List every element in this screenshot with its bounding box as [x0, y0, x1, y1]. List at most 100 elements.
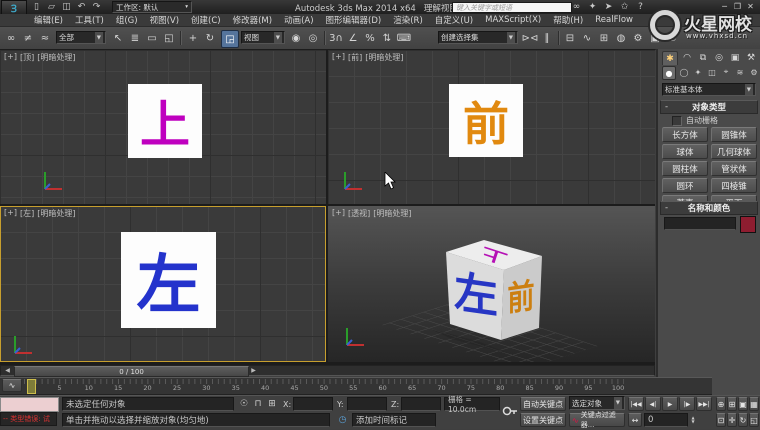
viewport-menu-pos[interactable]: [+]	[4, 52, 17, 63]
selection-set-dropdown[interactable]: 选定对象▼	[569, 396, 625, 410]
keyboard-override-icon[interactable]: ⌨	[396, 30, 412, 46]
viewport-menu-shading[interactable]: [明暗处理]	[373, 208, 411, 219]
cylinder-button[interactable]: 圆柱体	[662, 161, 708, 176]
undo-icon[interactable]: ↶	[75, 1, 88, 13]
angle-snap-icon[interactable]: ∠	[345, 30, 361, 46]
helpers-icon[interactable]: ⌖	[720, 66, 732, 78]
communication-center-icon[interactable]: ➤	[602, 1, 615, 13]
menu-rendering[interactable]: 渲染(R)	[387, 14, 429, 26]
tab-create-icon[interactable]: ✱	[662, 51, 678, 65]
restore-button[interactable]: ❐	[731, 1, 744, 12]
current-frame-field[interactable]: 0	[644, 413, 688, 427]
pyramid-button[interactable]: 四棱锥	[711, 178, 757, 193]
geosphere-button[interactable]: 几何球体	[711, 144, 757, 159]
menu-graph-editors[interactable]: 图形编辑器(D)	[320, 14, 388, 26]
render-production-icon[interactable]: ♨	[664, 30, 680, 46]
save-file-icon[interactable]: ◫	[60, 1, 73, 13]
menu-customize[interactable]: 自定义(U)	[429, 14, 479, 26]
redo-icon[interactable]: ↷	[90, 1, 103, 13]
reference-coordinate-dropdown[interactable]: 视图▼	[241, 31, 285, 44]
mirror-icon[interactable]: ⊳⊲	[522, 30, 538, 46]
absolute-offset-mode-icon[interactable]: ⊞	[266, 397, 278, 411]
geometry-icon[interactable]: ●	[662, 66, 676, 80]
minimize-button[interactable]: ─	[718, 1, 731, 12]
menu-create[interactable]: 创建(C)	[185, 14, 227, 26]
menu-edit[interactable]: 编辑(E)	[28, 14, 69, 26]
rectangular-selection-icon[interactable]: ▭	[144, 30, 160, 46]
unlink-selection-icon[interactable]: ≠	[20, 30, 36, 46]
set-keys-icon[interactable]	[502, 401, 518, 421]
maxscript-mini-listener[interactable]	[0, 397, 59, 412]
material-editor-icon[interactable]: ◍	[613, 30, 629, 46]
select-and-move-icon[interactable]: +	[185, 30, 201, 46]
viewport-menu-shading[interactable]: [明暗处理]	[365, 52, 403, 63]
close-button[interactable]: ✕	[744, 1, 757, 12]
favorites-icon[interactable]: ✩	[618, 1, 631, 13]
go-to-end-button[interactable]: ▶▶|	[696, 397, 712, 411]
menu-group[interactable]: 组(G)	[110, 14, 144, 26]
maximize-viewport-icon[interactable]: ◱	[749, 413, 759, 427]
selection-filter-dropdown[interactable]: 全部▼	[56, 31, 106, 44]
time-slider[interactable]: ◀ 0 / 100 ▶	[0, 365, 655, 376]
tab-utilities-icon[interactable]: ⚒	[744, 51, 758, 64]
snap-toggle-3d-icon[interactable]: 3∩	[328, 30, 344, 46]
lights-icon[interactable]: ✦	[692, 66, 704, 78]
rollout-object-type[interactable]: - 对象类型	[660, 100, 758, 114]
menu-modifiers[interactable]: 修改器(M)	[227, 14, 278, 26]
zoom-extents-all-icon[interactable]: ▦	[749, 397, 759, 411]
trackbar-caret[interactable]	[27, 379, 36, 394]
zoom-all-icon[interactable]: ⊞	[727, 397, 737, 411]
next-frame-button[interactable]: |▶	[679, 397, 695, 411]
viewport-front[interactable]: [+] [前] [明暗处理] 前	[328, 50, 655, 204]
space-warps-icon[interactable]: ≋	[734, 66, 746, 78]
viewport-menu-view[interactable]: [顶]	[20, 52, 34, 63]
open-file-icon[interactable]: ▱	[45, 1, 58, 13]
y-coordinate-field[interactable]	[347, 397, 387, 411]
add-time-tag-field[interactable]: 添加时间标记	[352, 413, 436, 427]
previous-frame-arrow[interactable]: ◀	[3, 367, 12, 374]
viewport-menu-pos[interactable]: [+]	[332, 52, 345, 63]
tab-modify-icon[interactable]: ◠	[680, 51, 694, 64]
go-to-start-button[interactable]: |◀◀	[628, 397, 644, 411]
cone-button[interactable]: 圆锥体	[711, 127, 757, 142]
shapes-icon[interactable]: ◯	[678, 66, 690, 78]
auto-key-button[interactable]: 自动关键点	[520, 397, 566, 411]
box-button[interactable]: 长方体	[662, 127, 708, 142]
bind-to-space-warp-icon[interactable]: ≈	[37, 30, 53, 46]
percent-snap-icon[interactable]: %	[362, 30, 378, 46]
systems-icon[interactable]: ⚙	[748, 66, 760, 78]
binoculars-search-icon[interactable]: ∞	[570, 1, 583, 13]
frame-spinner[interactable]: ▲▼	[689, 413, 697, 427]
object-color-swatch[interactable]	[740, 216, 756, 233]
new-file-icon[interactable]: ▯	[30, 1, 43, 13]
menu-maxscript[interactable]: MAXScript(X)	[479, 15, 547, 25]
curve-editor-icon[interactable]: ∿	[579, 30, 595, 46]
menu-tools[interactable]: 工具(T)	[69, 14, 110, 26]
viewport-menu-view[interactable]: [前]	[348, 52, 362, 63]
select-object-icon[interactable]: ↖	[110, 30, 126, 46]
spinner-snap-icon[interactable]: ⇅	[379, 30, 395, 46]
orbit-icon[interactable]: ↻	[738, 413, 748, 427]
viewport-menu-shading[interactable]: [明暗处理]	[37, 52, 75, 63]
pan-icon[interactable]: ✛	[727, 413, 737, 427]
viewport-menu-view[interactable]: [透视]	[348, 208, 370, 219]
align-icon[interactable]: ∥	[539, 30, 555, 46]
z-coordinate-field[interactable]	[401, 397, 441, 411]
select-by-name-icon[interactable]: ≣	[127, 30, 143, 46]
menu-views[interactable]: 视图(V)	[144, 14, 185, 26]
track-bar[interactable]: ∿ 05101520253035404550556065707580859095…	[0, 377, 712, 395]
autogrid-checkbox[interactable]	[672, 116, 682, 126]
key-filters-button[interactable]: ∿ 关键点过滤器...	[569, 413, 625, 427]
viewport-menu-view[interactable]: [左]	[20, 208, 34, 219]
window-crossing-icon[interactable]: ◱	[161, 30, 177, 46]
viewport-menu-pos[interactable]: [+]	[4, 208, 17, 219]
menu-help[interactable]: 帮助(H)	[547, 14, 589, 26]
menu-animation[interactable]: 动画(A)	[278, 14, 319, 26]
torus-button[interactable]: 圆环	[662, 178, 708, 193]
select-and-manipulate-icon[interactable]: ◎	[305, 30, 321, 46]
select-and-scale-icon[interactable]: ◲	[221, 30, 239, 48]
workspace-dropdown[interactable]: 工作区: 默认 ▾	[112, 1, 192, 13]
viewport-menu-pos[interactable]: [+]	[332, 208, 345, 219]
viewport-menu-shading[interactable]: [明暗处理]	[37, 208, 75, 219]
mini-curve-editor-button[interactable]: ∿	[2, 379, 22, 392]
